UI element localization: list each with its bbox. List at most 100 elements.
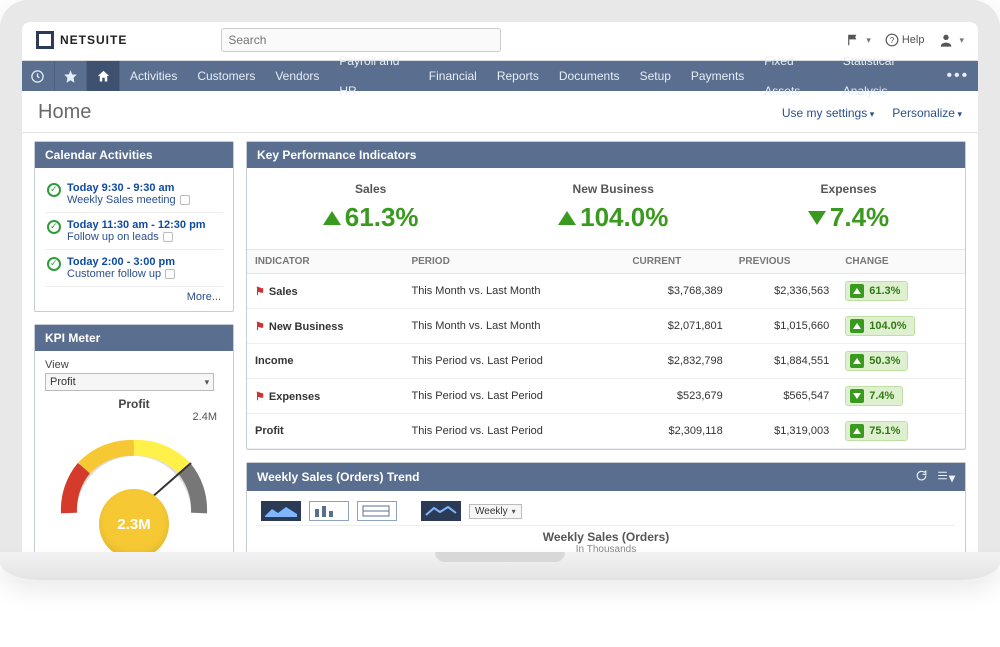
star-icon — [63, 69, 78, 84]
arrow-up-icon — [850, 354, 864, 368]
kpi-portlet-title: Key Performance Indicators — [257, 148, 416, 162]
nav-item-vendors[interactable]: Vendors — [265, 61, 329, 91]
trend-view-line[interactable] — [421, 501, 461, 521]
use-my-settings-menu[interactable]: Use my settings — [782, 106, 874, 120]
kpi-meter-view-select[interactable]: Profit — [45, 373, 214, 391]
menu-icon — [936, 469, 949, 482]
user-menu[interactable] — [938, 32, 964, 48]
arrow-up-icon — [850, 424, 864, 438]
trend-interval-select[interactable]: Weekly — [469, 504, 522, 519]
nav-item-setup[interactable]: Setup — [630, 61, 681, 91]
kpi-th-indicator: INDICATOR — [247, 250, 403, 274]
kpi-indicator[interactable]: ⚑Expenses — [247, 379, 403, 414]
kpi-row: ⚑SalesThis Month vs. Last Month$3,768,38… — [247, 274, 965, 309]
kpi-headline-label: Expenses — [808, 182, 889, 196]
calendar-more-link[interactable]: More... — [45, 287, 223, 303]
kpi-headline-label: Sales — [323, 182, 419, 196]
brand-name-bold: SUITE — [87, 33, 127, 47]
note-icon — [165, 269, 175, 279]
trend-refresh-button[interactable] — [915, 469, 928, 485]
kpi-period: This Period vs. Last Period — [403, 414, 624, 449]
svg-text:?: ? — [890, 36, 895, 45]
kpi-table: INDICATOR PERIOD CURRENT PREVIOUS CHANGE… — [247, 250, 965, 449]
kpi-indicator[interactable]: Profit — [247, 414, 403, 449]
arrow-up-icon — [558, 211, 576, 225]
kpi-headline: Sales61.3% — [323, 182, 419, 233]
kpi-th-current: CURRENT — [624, 250, 730, 274]
nav-favorites-button[interactable] — [55, 61, 88, 91]
calendar-item-desc: Follow up on leads — [67, 231, 206, 243]
personalize-menu[interactable]: Personalize — [892, 106, 962, 120]
kpi-gauge: Profit 2.4M — [45, 397, 223, 552]
nav-item-customers[interactable]: Customers — [187, 61, 265, 91]
trend-menu-button[interactable]: ▾ — [936, 469, 955, 485]
calendar-item-desc: Customer follow up — [67, 268, 175, 280]
dashboard: Calendar Activities Today 9:30 - 9:30 am… — [22, 133, 978, 552]
search-input[interactable] — [228, 33, 494, 47]
kpi-change: 7.4% — [837, 379, 965, 414]
trend-view-table[interactable] — [357, 501, 397, 521]
flag-icon: ⚑ — [255, 321, 265, 333]
nav-item-payments[interactable]: Payments — [681, 61, 754, 91]
help-menu[interactable]: ? Help — [885, 33, 925, 47]
arrow-up-icon — [850, 319, 864, 333]
calendar-item[interactable]: Today 2:00 - 3:00 pmCustomer follow up — [45, 250, 223, 287]
notifications-menu[interactable] — [847, 33, 871, 47]
nav-item-reports[interactable]: Reports — [487, 61, 549, 91]
nav-item-statistical-analysis[interactable]: Statistical Analysis — [833, 46, 938, 106]
calendar-item[interactable]: Today 9:30 - 9:30 amWeekly Sales meeting — [45, 176, 223, 213]
trend-view-bar[interactable] — [309, 501, 349, 521]
check-icon — [47, 183, 61, 197]
kpi-portlet: Key Performance Indicators Sales61.3% New… — [246, 141, 966, 450]
brand-name-light: NET — [60, 33, 87, 47]
kpi-previous: $1,015,660 — [731, 309, 837, 344]
nav-item-payroll-and-hr[interactable]: Payroll and HR — [329, 46, 418, 106]
gauge-max-label: 2.4M — [193, 411, 217, 423]
nav-item-documents[interactable]: Documents — [549, 61, 630, 91]
kpi-headline-label: New Business — [558, 182, 668, 196]
page-title: Home — [38, 101, 91, 124]
help-icon: ? — [885, 33, 899, 47]
gauge-value-badge: 2.3M — [99, 489, 169, 552]
note-icon — [163, 232, 173, 242]
gauge-title: Profit — [45, 397, 223, 411]
nav-item-fixed-assets[interactable]: Fixed Assets — [754, 46, 833, 106]
line-chart-icon — [424, 504, 458, 518]
kpi-headline-value: 104.0% — [558, 202, 668, 233]
kpi-current: $523,679 — [624, 379, 730, 414]
kpi-row: ProfitThis Period vs. Last Period$2,309,… — [247, 414, 965, 449]
nav-item-activities[interactable]: Activities — [120, 61, 187, 91]
kpi-meter-view-label: View — [45, 359, 223, 371]
kpi-indicator[interactable]: ⚑New Business — [247, 309, 403, 344]
nav-item-financial[interactable]: Financial — [419, 61, 487, 91]
kpi-headline: New Business 104.0% — [558, 182, 668, 233]
brand-logo: NETSUITE — [36, 31, 127, 49]
kpi-headline: Expenses7.4% — [808, 182, 889, 233]
brand-mark-icon — [36, 31, 54, 49]
trend-portlet: Weekly Sales (Orders) Trend ▾ — [246, 462, 966, 552]
nav-history-button[interactable] — [22, 61, 55, 91]
calendar-portlet-title: Calendar Activities — [45, 148, 153, 162]
calendar-item-time: Today 2:00 - 3:00 pm — [67, 256, 175, 268]
kpi-indicator[interactable]: Income — [247, 344, 403, 379]
nav-home-button[interactable] — [87, 61, 120, 91]
help-label: Help — [902, 34, 925, 46]
kpi-indicator[interactable]: ⚑Sales — [247, 274, 403, 309]
trend-interval-value: Weekly — [475, 506, 508, 517]
calendar-item[interactable]: Today 11:30 am - 12:30 pmFollow up on le… — [45, 213, 223, 250]
table-icon — [360, 504, 394, 518]
kpi-portlet-header: Key Performance Indicators — [247, 142, 965, 168]
nav-overflow-button[interactable]: ••• — [938, 61, 978, 91]
refresh-icon — [915, 469, 928, 482]
trend-chart-title: Weekly Sales (Orders) — [257, 530, 955, 544]
trend-header: Weekly Sales (Orders) Trend ▾ — [247, 463, 965, 491]
trend-view-area[interactable] — [261, 501, 301, 521]
calendar-item-time: Today 11:30 am - 12:30 pm — [67, 219, 206, 231]
calendar-item-time: Today 9:30 - 9:30 am — [67, 182, 190, 194]
trend-title: Weekly Sales (Orders) Trend — [257, 470, 420, 484]
arrow-up-icon — [323, 211, 341, 225]
gauge-value: 2.3M — [117, 516, 150, 533]
kpi-meter-portlet: KPI Meter View Profit Profit 2.4M — [34, 324, 234, 552]
kpi-period: This Month vs. Last Month — [403, 309, 624, 344]
brand-name: NETSUITE — [60, 33, 127, 47]
